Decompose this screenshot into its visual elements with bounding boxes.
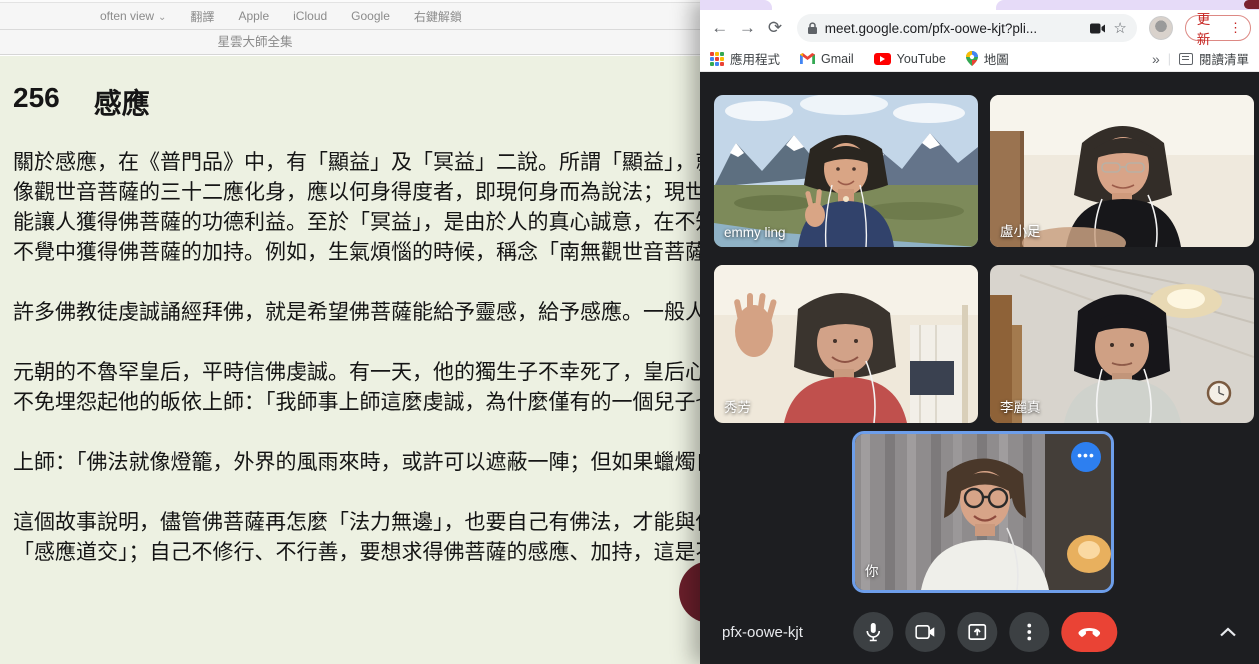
favorite-icloud[interactable]: iCloud bbox=[293, 9, 327, 23]
bookmark-youtube[interactable]: YouTube bbox=[874, 52, 946, 66]
chevron-down-icon: ⌄ bbox=[158, 12, 166, 23]
inactive-tab[interactable] bbox=[700, 0, 772, 10]
camera-icon bbox=[915, 625, 935, 639]
doc-line: 關於感應，在《普門品》中，有「顯益」及「冥益」二說。所謂「顯益」，就 bbox=[13, 151, 717, 174]
doc-line: 不免埋怨起他的皈依上師：「我師事上師這麼虔誠，為什麼僅有的一個兒子也 bbox=[13, 391, 717, 414]
doc-line: 這個故事說明，儘管佛菩薩再怎麼「法力無邊」，也要自己有佛法，才能與佛 bbox=[13, 511, 717, 534]
reading-list-icon bbox=[1179, 53, 1193, 65]
end-call-icon bbox=[1078, 628, 1100, 637]
doc-line: 不覺中獲得佛菩薩的加持。例如，生氣煩惱的時候，稱念「南無觀世音菩薩」 bbox=[13, 241, 727, 264]
more-vertical-icon bbox=[1027, 623, 1031, 641]
doc-line: 元朝的不魯罕皇后，平時信佛虔誠。有一天，他的獨生子不幸死了，皇后心裡 bbox=[13, 361, 727, 384]
bookmarks-bar: 應用程式 Gmail YouTube 地圖 » | bbox=[700, 46, 1259, 72]
chrome-update-button[interactable]: 更新 ⋮ bbox=[1185, 15, 1251, 41]
doc-line: 許多佛教徒虔誠誦經拜佛，就是希望佛菩薩能給予靈感，給予感應。一般人也 bbox=[13, 301, 727, 324]
microphone-button[interactable] bbox=[853, 612, 893, 652]
maps-pin-icon bbox=[966, 51, 978, 66]
doc-line: 上師：「佛法就像燈籠，外界的風雨來時，或許可以遮蔽一陣；但如果蠟燭自 bbox=[13, 451, 717, 474]
address-bar[interactable]: meet.google.com/pfx-oowe-kjt?pli... ☆ bbox=[797, 14, 1137, 42]
meet-browser-window: ← → ⟳ meet.google.com/pfx-oowe-kjt?pli..… bbox=[700, 0, 1259, 664]
chevron-up-icon[interactable] bbox=[1219, 627, 1237, 637]
browser-menu-icon[interactable]: ⋮ bbox=[1229, 20, 1242, 36]
call-controls bbox=[853, 612, 1117, 652]
favorite-google[interactable]: Google bbox=[351, 9, 390, 23]
favorite-translate[interactable]: 翻譯 bbox=[190, 8, 214, 25]
participant-name: 李麗真 bbox=[1000, 396, 1041, 416]
favorite-apple[interactable]: Apple bbox=[238, 9, 269, 23]
gmail-icon bbox=[800, 53, 815, 64]
profile-avatar[interactable] bbox=[1149, 16, 1173, 40]
lock-icon bbox=[807, 22, 818, 35]
back-icon[interactable]: ← bbox=[708, 18, 732, 38]
chapter-title: 感應 bbox=[94, 82, 150, 122]
divider: | bbox=[1168, 52, 1171, 66]
camera-permission-icon[interactable] bbox=[1090, 23, 1106, 34]
present-screen-button[interactable] bbox=[957, 612, 997, 652]
video-tile-lu-xiao-zu[interactable]: 盧小足 bbox=[990, 95, 1254, 247]
tab-title[interactable]: 星雲大師全集 bbox=[0, 30, 510, 55]
meet-call-area: emmy ling bbox=[700, 72, 1259, 664]
bookmark-apps[interactable]: 應用程式 bbox=[710, 49, 780, 68]
reading-list-button[interactable]: 閱讀清單 bbox=[1179, 49, 1249, 68]
apps-grid-icon bbox=[710, 52, 724, 66]
video-tile-xiu-fang[interactable]: 秀芳 bbox=[714, 265, 978, 423]
doc-line: 像觀世音菩薩的三十二應化身，應以何身得度者，即現何身而為說法；現世就 bbox=[13, 181, 727, 204]
bookmarks-overflow-icon[interactable]: » bbox=[1152, 51, 1160, 67]
favorite-often-view[interactable]: often view⌄ bbox=[100, 9, 166, 23]
video-feed bbox=[714, 265, 978, 423]
corner-accent bbox=[1244, 0, 1259, 9]
meeting-code: pfx-oowe-kjt bbox=[722, 624, 803, 641]
more-options-button[interactable] bbox=[1009, 612, 1049, 652]
reload-icon[interactable]: ⟳ bbox=[763, 18, 787, 38]
chrome-tabstrip bbox=[700, 0, 1259, 10]
participant-name: 盧小足 bbox=[1000, 220, 1041, 240]
tile-options-button[interactable]: ••• bbox=[1071, 442, 1101, 472]
doc-line: 「感應道交」；自己不修行、不行善，要想求得佛菩薩的感應、加持，這是不 bbox=[13, 541, 717, 564]
participant-name: emmy ling bbox=[724, 225, 786, 240]
chapter-number: 256 bbox=[13, 82, 60, 122]
doc-line: 能讓人獲得佛菩薩的功德利益。至於「冥益」，是由於人的真心誠意，在不知 bbox=[13, 211, 717, 234]
participant-name: 秀芳 bbox=[724, 396, 751, 416]
participant-name: 你 bbox=[865, 560, 879, 580]
url-text[interactable]: meet.google.com/pfx-oowe-kjt?pli... bbox=[825, 21, 1084, 36]
inactive-tab[interactable] bbox=[996, 0, 1259, 10]
camera-button[interactable] bbox=[905, 612, 945, 652]
video-tile-emmy-ling[interactable]: emmy ling bbox=[714, 95, 978, 247]
end-call-button[interactable] bbox=[1061, 612, 1117, 652]
video-tile-li-li-zhen[interactable]: 李麗真 bbox=[990, 265, 1254, 423]
meet-control-bar: pfx-oowe-kjt bbox=[700, 600, 1259, 664]
present-screen-icon bbox=[968, 624, 986, 640]
bookmark-gmail[interactable]: Gmail bbox=[800, 52, 854, 66]
update-label: 更新 bbox=[1197, 8, 1223, 48]
bookmark-maps[interactable]: 地圖 bbox=[966, 49, 1009, 68]
video-tile-self[interactable]: ••• 你 bbox=[852, 431, 1114, 593]
bookmark-star-icon[interactable]: ☆ bbox=[1113, 19, 1126, 37]
forward-icon[interactable]: → bbox=[736, 18, 760, 38]
microphone-icon bbox=[866, 623, 880, 642]
screen: often view⌄ 翻譯 Apple iCloud Google 右鍵解鎖 … bbox=[0, 0, 1259, 664]
browser-toolbar: ← → ⟳ meet.google.com/pfx-oowe-kjt?pli..… bbox=[700, 10, 1259, 46]
favorite-unlock[interactable]: 右鍵解鎖 bbox=[414, 8, 462, 25]
youtube-icon bbox=[874, 53, 891, 65]
